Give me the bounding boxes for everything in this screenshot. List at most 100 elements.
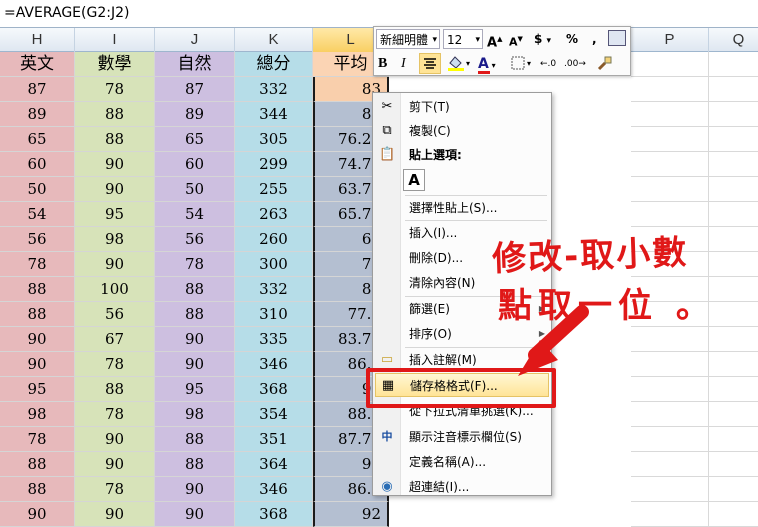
cell-k-9[interactable]: 300	[235, 252, 313, 277]
column-header-p[interactable]: P	[631, 28, 709, 52]
cell-h-2[interactable]: 87	[0, 77, 75, 102]
cell-i-6[interactable]: 90	[75, 177, 155, 202]
cell-k-15[interactable]: 354	[235, 402, 313, 427]
format-painter-button[interactable]	[596, 54, 614, 74]
cell-i-18[interactable]: 78	[75, 477, 155, 502]
cell-j-17[interactable]: 88	[155, 452, 235, 477]
cell-h-11[interactable]: 88	[0, 302, 75, 327]
cell-l-19[interactable]: 92	[313, 502, 389, 527]
italic-button[interactable]: I	[401, 54, 406, 74]
empty-cell[interactable]	[631, 77, 709, 102]
header-cell-h[interactable]: 英文	[0, 52, 75, 77]
cell-h-9[interactable]: 78	[0, 252, 75, 277]
cell-j-5[interactable]: 60	[155, 152, 235, 177]
cell-i-12[interactable]: 67	[75, 327, 155, 352]
cell-h-6[interactable]: 50	[0, 177, 75, 202]
empty-cell[interactable]	[709, 502, 758, 527]
formula-bar[interactable]: =AVERAGE(G2:J2)	[0, 0, 758, 28]
cell-h-13[interactable]: 90	[0, 352, 75, 377]
column-header-q[interactable]: Q	[709, 28, 758, 52]
empty-cell[interactable]	[709, 427, 758, 452]
cell-k-6[interactable]: 255	[235, 177, 313, 202]
cell-k-3[interactable]: 344	[235, 102, 313, 127]
cell-k-4[interactable]: 305	[235, 127, 313, 152]
menu-item-define-name[interactable]: 定義名稱(A)...	[373, 450, 551, 474]
empty-cell[interactable]	[709, 327, 758, 352]
cell-i-3[interactable]: 88	[75, 102, 155, 127]
align-center-button[interactable]	[419, 53, 441, 74]
cell-j-13[interactable]: 90	[155, 352, 235, 377]
font-name-select[interactable]: 新細明體 ▾	[376, 29, 440, 49]
empty-cell[interactable]	[631, 377, 709, 402]
cell-k-10[interactable]: 332	[235, 277, 313, 302]
empty-cell[interactable]	[631, 502, 709, 527]
cell-i-11[interactable]: 56	[75, 302, 155, 327]
cell-h-8[interactable]: 56	[0, 227, 75, 252]
empty-cell[interactable]	[631, 127, 709, 152]
empty-cell[interactable]	[709, 177, 758, 202]
cell-h-19[interactable]: 90	[0, 502, 75, 527]
empty-cell[interactable]	[631, 327, 709, 352]
cell-h-4[interactable]: 65	[0, 127, 75, 152]
empty-cell[interactable]	[631, 52, 709, 77]
percent-button[interactable]: %	[566, 29, 578, 49]
cell-j-6[interactable]: 50	[155, 177, 235, 202]
empty-cell[interactable]	[709, 127, 758, 152]
cell-h-15[interactable]: 98	[0, 402, 75, 427]
borders-button[interactable]: ▾	[510, 54, 536, 74]
header-cell-j[interactable]: 自然	[155, 52, 235, 77]
empty-cell[interactable]	[709, 402, 758, 427]
empty-cell[interactable]	[631, 427, 709, 452]
cell-j-18[interactable]: 90	[155, 477, 235, 502]
empty-cell[interactable]	[709, 52, 758, 77]
cell-i-16[interactable]: 90	[75, 427, 155, 452]
cell-k-12[interactable]: 335	[235, 327, 313, 352]
cell-i-17[interactable]: 90	[75, 452, 155, 477]
cell-j-16[interactable]: 88	[155, 427, 235, 452]
cell-h-17[interactable]: 88	[0, 452, 75, 477]
empty-cell[interactable]	[709, 302, 758, 327]
empty-cell[interactable]	[709, 477, 758, 502]
cell-i-10[interactable]: 100	[75, 277, 155, 302]
cell-h-10[interactable]: 88	[0, 277, 75, 302]
column-header-k[interactable]: K	[235, 28, 313, 52]
cell-j-14[interactable]: 95	[155, 377, 235, 402]
empty-cell[interactable]	[709, 152, 758, 177]
shrink-font-button[interactable]: A▼	[509, 29, 523, 49]
empty-cell[interactable]	[709, 452, 758, 477]
cell-h-18[interactable]: 88	[0, 477, 75, 502]
cell-j-12[interactable]: 90	[155, 327, 235, 352]
empty-cell[interactable]	[631, 452, 709, 477]
empty-cell[interactable]	[631, 202, 709, 227]
cell-k-16[interactable]: 351	[235, 427, 313, 452]
menu-item-cut[interactable]: ✂ 剪下(T)	[373, 95, 551, 119]
cell-j-8[interactable]: 56	[155, 227, 235, 252]
cell-i-4[interactable]: 88	[75, 127, 155, 152]
cell-k-7[interactable]: 263	[235, 202, 313, 227]
cell-k-2[interactable]: 332	[235, 77, 313, 102]
empty-cell[interactable]	[631, 477, 709, 502]
cell-h-14[interactable]: 95	[0, 377, 75, 402]
cell-h-7[interactable]: 54	[0, 202, 75, 227]
header-cell-i[interactable]: 數學	[75, 52, 155, 77]
empty-cell[interactable]	[709, 102, 758, 127]
header-cell-k[interactable]: 總分	[235, 52, 313, 77]
empty-cell[interactable]	[709, 377, 758, 402]
cell-i-5[interactable]: 90	[75, 152, 155, 177]
cell-k-11[interactable]: 310	[235, 302, 313, 327]
cell-k-14[interactable]: 368	[235, 377, 313, 402]
cell-j-9[interactable]: 78	[155, 252, 235, 277]
column-header-h[interactable]: H	[0, 28, 75, 52]
menu-item-copy[interactable]: ⧉ 複製(C)	[373, 119, 551, 143]
cell-i-14[interactable]: 88	[75, 377, 155, 402]
cell-j-4[interactable]: 65	[155, 127, 235, 152]
cell-k-8[interactable]: 260	[235, 227, 313, 252]
cell-k-18[interactable]: 346	[235, 477, 313, 502]
cell-i-13[interactable]: 78	[75, 352, 155, 377]
paste-values-button[interactable]: A	[403, 169, 425, 191]
bold-button[interactable]: B	[378, 54, 387, 74]
cell-j-2[interactable]: 87	[155, 77, 235, 102]
cell-h-5[interactable]: 60	[0, 152, 75, 177]
cell-i-15[interactable]: 78	[75, 402, 155, 427]
empty-cell[interactable]	[709, 77, 758, 102]
